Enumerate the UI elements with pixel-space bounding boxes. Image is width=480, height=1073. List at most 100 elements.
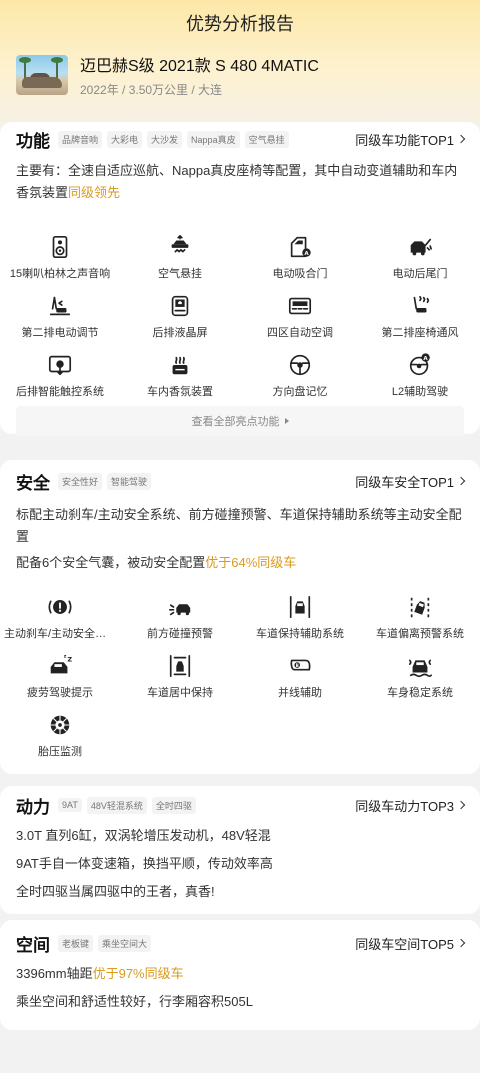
- power-tailgate-icon: [410, 238, 432, 256]
- svg-text:z: z: [64, 655, 67, 660]
- air-suspension-icon: [171, 235, 189, 253]
- function-card: 功能 品牌音响 大彩电 大沙发 Nappa真皮 空气悬挂 同级车功能TOP1 主…: [0, 122, 480, 436]
- view-all-features-label: 查看全部亮点功能: [191, 416, 280, 428]
- safety-tag: 安全性好: [58, 472, 103, 490]
- function-tag: 大沙发: [147, 130, 183, 148]
- safety-feature-label: 并线辅助: [278, 687, 322, 699]
- soft-close-door-icon: A: [290, 236, 311, 258]
- function-feature-label: 方向盘记忆: [272, 386, 328, 398]
- touch-control-icon: [48, 355, 72, 376]
- space-rank-label: 同级车空间TOP5: [355, 936, 454, 952]
- safety-airbag-highlight: 优于64%同级车: [205, 555, 297, 570]
- space-wheelbase-highlight: 优于97%同级车: [92, 966, 184, 981]
- svg-text:A: A: [304, 251, 309, 257]
- function-feature-item[interactable]: 方向盘记忆: [240, 352, 360, 399]
- safety-feature-label: 主动刹车/主动安全系统: [4, 628, 118, 640]
- safety-description: 标配主动刹车/主动安全系统、前方碰撞预警、车道保持辅助系统等主动安全配置: [16, 507, 462, 544]
- function-feature-label: L2辅助驾驶: [391, 386, 449, 398]
- function-feature-label: 15喇叭柏林之声音响: [9, 268, 111, 280]
- view-all-features-button[interactable]: 查看全部亮点功能: [16, 406, 464, 436]
- safety-feature-label: 胎压监测: [38, 746, 82, 758]
- safety-feature-item[interactable]: 车身稳定系统: [360, 653, 480, 700]
- function-title: 功能: [16, 131, 50, 151]
- power-line: 9AT手自一体变速箱，换挡平顺，传动效率高: [16, 856, 273, 871]
- power-rank-link[interactable]: 同级车动力TOP3: [355, 796, 466, 815]
- lane-keep-icon: [289, 595, 311, 619]
- function-feature-label: 第二排电动调节: [21, 327, 99, 339]
- safety-rank-link[interactable]: 同级车安全TOP1: [355, 472, 466, 491]
- seat-ventilation-icon: [413, 295, 430, 313]
- safety-feature-item[interactable]: 车道偏离预警系统: [360, 594, 480, 641]
- function-feature-item[interactable]: 后排液晶屏: [120, 293, 240, 340]
- safety-feature-item[interactable]: 车道保持辅助系统: [240, 594, 360, 641]
- function-feature-item[interactable]: 车内香氛装置: [120, 352, 240, 399]
- svg-text:Z: Z: [67, 655, 72, 663]
- function-feature-item[interactable]: 四区自动空调: [240, 293, 360, 340]
- function-feature-label: 车内香氛装置: [147, 386, 213, 398]
- function-feature-label: 后排智能触控系统: [16, 386, 104, 398]
- rear-screen-icon: [171, 295, 189, 317]
- function-rank-link[interactable]: 同级车功能TOP1: [355, 130, 466, 149]
- function-feature-item[interactable]: A 电动吸合门: [240, 234, 360, 281]
- car-thumbnail: [16, 55, 68, 95]
- function-feature-label: 第二排座椅通风: [381, 327, 459, 339]
- function-feature-label: 电动后尾门: [392, 268, 448, 280]
- space-rank-link[interactable]: 同级车空间TOP5: [355, 934, 466, 953]
- safety-feature-item[interactable]: 前方碰撞预警: [120, 594, 240, 641]
- function-feature-item[interactable]: 15喇叭柏林之声音响: [0, 234, 120, 281]
- space-details: 3396mm轴距优于97%同级车 乘坐空间和舒适性较好，行李厢容积505L: [0, 960, 480, 1016]
- safety-title: 安全: [16, 473, 50, 493]
- function-desc-highlight: 同级领先: [68, 185, 121, 200]
- function-feature-label: 四区自动空调: [267, 327, 333, 339]
- stability-icon: [408, 659, 432, 678]
- function-feature-label: 后排液晶屏: [152, 327, 208, 339]
- power-card: 动力 9AT 48V轻混系统 全时四驱 同级车动力TOP3 3.0T 直列6缸，…: [0, 786, 480, 914]
- function-tag: 品牌音响: [58, 130, 103, 148]
- auto-brake-icon: [48, 600, 72, 614]
- power-line: 全时四驱当属四驱中的王者，真香!: [16, 884, 215, 899]
- space-card: 空间 老板键 乘坐空间大 同级车空间TOP5 3396mm轴距优于97%同级车 …: [0, 920, 480, 1030]
- power-line: 3.0T 直列6缸，双涡轮增压发动机，48V轻混: [16, 828, 271, 843]
- tire-pressure-icon: [50, 715, 70, 735]
- function-feature-item[interactable]: 第二排电动调节: [0, 293, 120, 340]
- safety-feature-item[interactable]: 主动刹车/主动安全系统: [0, 594, 120, 641]
- collision-warning-icon: [168, 604, 191, 616]
- power-tag: 全时四驱: [151, 796, 196, 814]
- safety-airbag-text: 配备6个安全气囊，被动安全配置优于64%同级车: [0, 552, 480, 574]
- space-title: 空间: [16, 935, 50, 955]
- svg-text:A: A: [423, 356, 428, 362]
- fragrance-icon: [172, 356, 188, 375]
- safety-feature-item[interactable]: 车道居中保持: [120, 653, 240, 700]
- safety-feature-label: 疲劳驾驶提示: [27, 687, 93, 699]
- blind-spot-icon: B: [290, 659, 311, 671]
- safety-card: 安全 安全性好 智能驾驶 同级车安全TOP1 标配主动刹车/主动安全系统、前方碰…: [0, 460, 480, 774]
- safety-feature-label: 前方碰撞预警: [147, 628, 213, 640]
- safety-feature-item[interactable]: B 并线辅助: [240, 653, 360, 700]
- safety-feature-label: 车道保持辅助系统: [256, 628, 344, 640]
- function-feature-label: 电动吸合门: [272, 268, 328, 280]
- climate-control-icon: [288, 297, 312, 315]
- chevron-right-icon: [456, 800, 466, 810]
- chevron-right-icon: [456, 134, 466, 144]
- speaker-icon: [52, 235, 68, 259]
- safety-rank-label: 同级车安全TOP1: [355, 474, 454, 490]
- power-title: 动力: [16, 797, 50, 817]
- safety-feature-item[interactable]: 胎压监测: [0, 712, 120, 759]
- function-feature-item[interactable]: 空气悬挂: [120, 234, 240, 281]
- function-feature-item[interactable]: 第二排座椅通风: [360, 293, 480, 340]
- space-wheelbase: 3396mm轴距优于97%同级车: [16, 960, 464, 988]
- car-meta: 2022年 / 3.50万公里 / 大连: [80, 83, 223, 97]
- function-feature-item[interactable]: 电动后尾门: [360, 234, 480, 281]
- rear-seat-adjust-icon: [49, 296, 71, 316]
- function-feature-item[interactable]: A L2辅助驾驶: [360, 352, 480, 399]
- power-tag: 48V轻混系统: [86, 796, 147, 814]
- car-name: 迈巴赫S级 2021款 S 480 4MATIC: [80, 58, 319, 75]
- space-wheelbase-text: 3396mm轴距: [16, 966, 93, 981]
- function-description: 主要有：全速自适应巡航、Nappa真皮座椅等配置，其中自动变道辅助和车内香氛装置…: [0, 160, 480, 204]
- safety-feature-item[interactable]: Zz 疲劳驾驶提示: [0, 653, 120, 700]
- chevron-right-icon: [456, 938, 466, 948]
- function-feature-item[interactable]: 后排智能触控系统: [0, 352, 120, 399]
- play-arrow-icon: [284, 418, 289, 424]
- function-tag: 大彩电: [107, 130, 143, 148]
- car-summary[interactable]: 迈巴赫S级 2021款 S 480 4MATIC 2022年 / 3.50万公里…: [16, 52, 319, 98]
